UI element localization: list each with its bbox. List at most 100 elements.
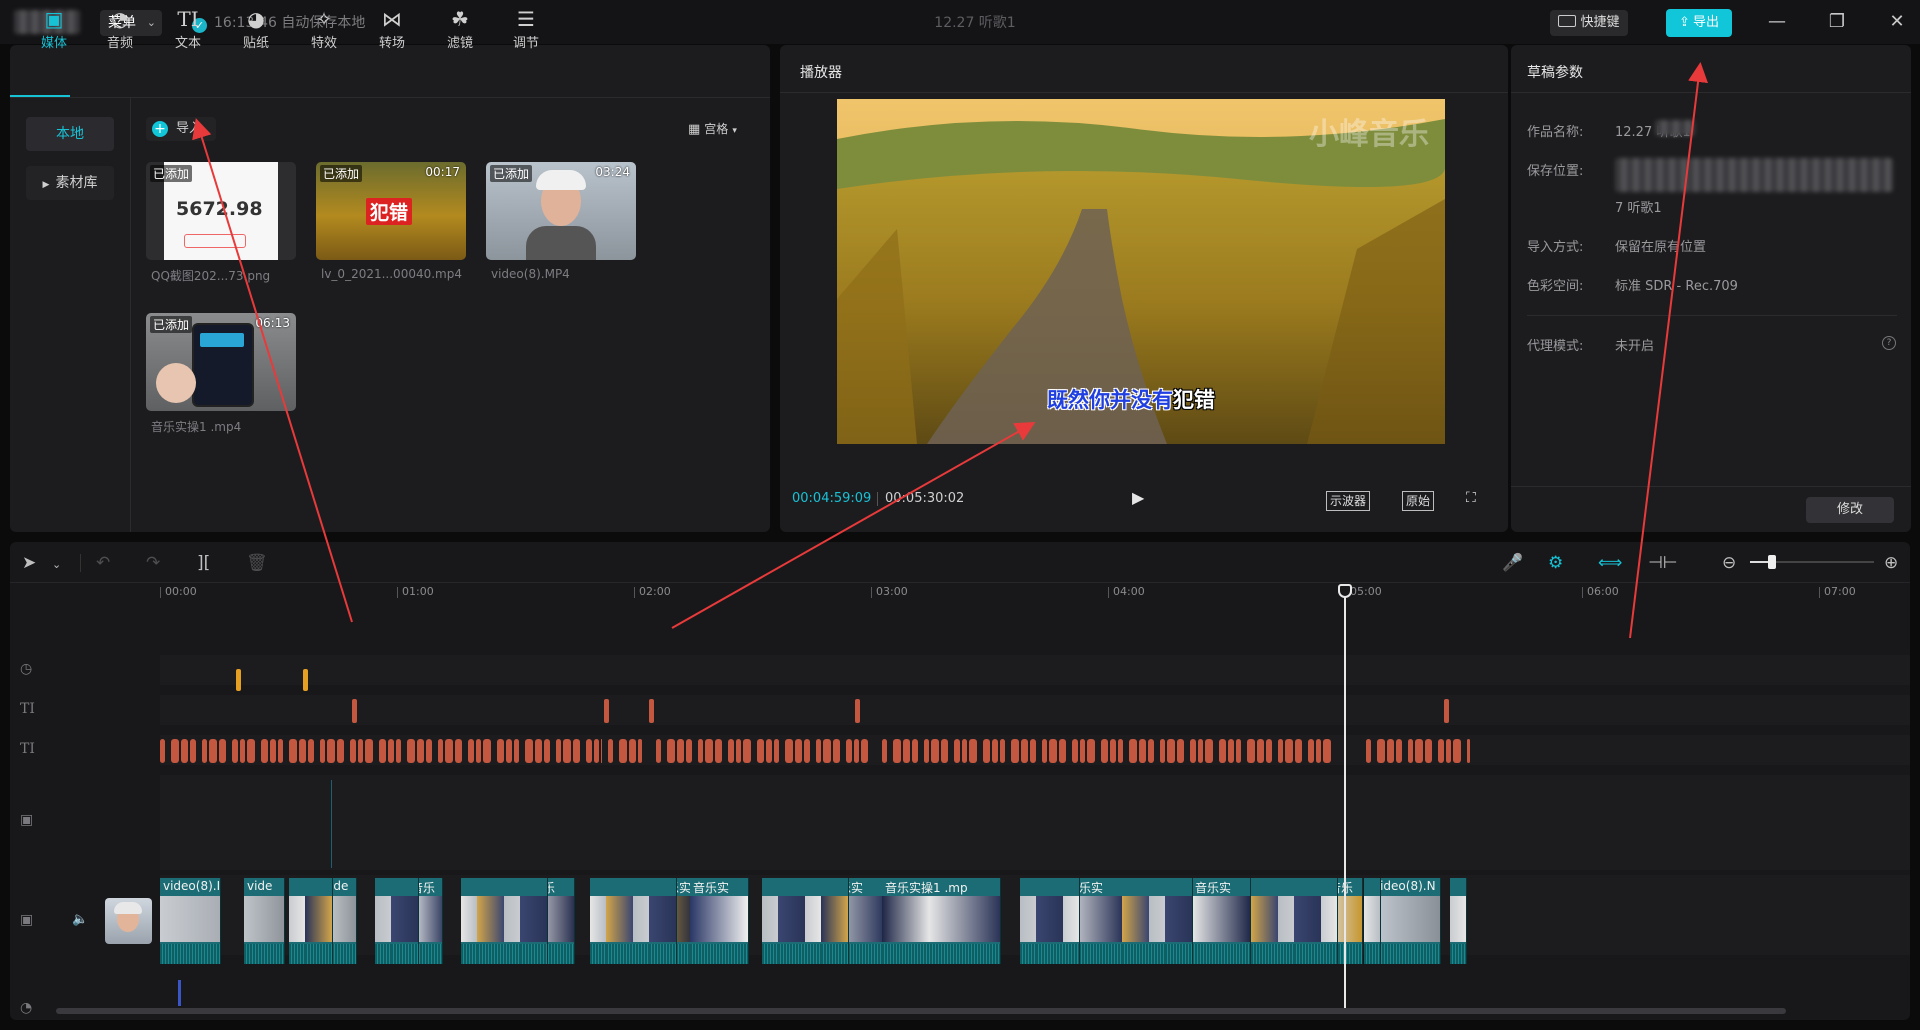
text-clip[interactable] (1042, 739, 1047, 763)
text-clip[interactable] (1190, 739, 1196, 763)
text-clip[interactable] (1377, 739, 1385, 763)
text-clip[interactable] (586, 739, 592, 763)
text-clip[interactable] (396, 739, 401, 763)
video-clip-segment[interactable] (821, 878, 849, 964)
export-button[interactable]: ⇪ 导出 (1666, 9, 1732, 37)
video-clip-segment[interactable] (1149, 878, 1166, 964)
text-clip[interactable] (774, 739, 779, 763)
text-clip[interactable] (667, 739, 675, 763)
view-mode-toggle[interactable]: ▦ 宫格 ▾ (688, 120, 737, 137)
text-clip[interactable] (698, 739, 703, 763)
link-icon[interactable]: ⟺ (1598, 553, 1622, 573)
video-clip-segment[interactable] (805, 878, 822, 964)
text-clip[interactable] (327, 739, 335, 763)
text-clip[interactable] (190, 739, 196, 763)
text-clip[interactable] (1080, 739, 1085, 763)
text-clip[interactable] (1021, 739, 1028, 763)
text-clip[interactable] (766, 739, 772, 763)
text-clip[interactable] (445, 739, 453, 763)
text-clip[interactable] (209, 739, 217, 763)
text-clip[interactable] (1366, 739, 1371, 763)
auto-snap-icon[interactable]: ⚙ (1548, 553, 1563, 573)
text-clip[interactable] (969, 739, 977, 763)
text-clip[interactable] (992, 739, 998, 763)
text-clip[interactable] (358, 739, 363, 763)
text-clip[interactable] (455, 739, 462, 763)
sidebar-item-local[interactable]: 本地 (26, 117, 114, 151)
text-clip[interactable] (1308, 739, 1314, 763)
text-clip[interactable] (379, 739, 386, 763)
text-clip[interactable] (833, 739, 840, 763)
import-button[interactable]: + 导入 (146, 117, 216, 141)
text-clip[interactable] (924, 739, 929, 763)
video-clips[interactable]: video(8).I vide vide 音乐 音乐 音乐实 音乐实 音乐实 音… (160, 878, 1467, 964)
zoom-out-icon[interactable]: ⊖ (1722, 553, 1736, 573)
text-clip[interactable] (181, 739, 188, 763)
text-clip[interactable] (795, 739, 802, 763)
speaker-icon[interactable]: 🔈 (72, 912, 88, 927)
text-clip[interactable] (350, 739, 356, 763)
split-icon[interactable]: ][ (197, 553, 210, 573)
text-clip[interactable] (1059, 739, 1066, 763)
text-clip[interactable] (861, 739, 868, 763)
text-clip[interactable] (289, 739, 297, 763)
text-clip[interactable] (563, 739, 571, 763)
text-clip[interactable] (1446, 739, 1451, 763)
text-clip[interactable] (1387, 739, 1394, 763)
timeline-marker[interactable] (236, 669, 241, 691)
text-clip[interactable] (1177, 739, 1184, 763)
play-icon[interactable]: ▶ (1132, 488, 1144, 507)
video-clip-segment[interactable] (762, 878, 779, 964)
video-clip-segment[interactable] (1165, 878, 1193, 964)
text-clip[interactable] (962, 739, 967, 763)
zoom-slider[interactable] (1750, 555, 1874, 569)
text-clip[interactable] (232, 739, 238, 763)
text-clip[interactable] (705, 739, 713, 763)
text-clip[interactable] (1000, 739, 1005, 763)
text-clip[interactable] (247, 739, 255, 763)
text-clip[interactable] (931, 739, 939, 763)
tool-effects[interactable]: ✧ 特效 (294, 6, 354, 54)
text-clip[interactable] (608, 739, 613, 763)
time-ruler[interactable]: 00:00 01:00 02:00 03:00 04:00 05:00 06:0… (160, 585, 1910, 601)
text-clip[interactable] (514, 739, 519, 763)
text-clip[interactable] (1257, 739, 1264, 763)
help-icon[interactable]: ? (1882, 336, 1896, 350)
text-clip[interactable] (1467, 739, 1470, 763)
text-clip[interactable] (365, 739, 373, 763)
video-clip-segment[interactable] (649, 878, 677, 964)
tool-filter[interactable]: ☘ 滤镜 (430, 6, 490, 54)
video-clip-segment[interactable] (1450, 878, 1467, 964)
text-clip[interactable] (816, 739, 821, 763)
timeline-scrollbar[interactable] (56, 1008, 1786, 1014)
text-clip[interactable] (1438, 739, 1444, 763)
chevron-down-icon[interactable]: ⌄ (52, 558, 61, 571)
text-clip[interactable] (1453, 739, 1461, 763)
text-clip[interactable] (656, 739, 661, 763)
text-clip[interactable] (736, 739, 741, 763)
scope-button[interactable]: 示波器 (1326, 491, 1371, 511)
shortcut-button[interactable]: 快捷键 (1550, 10, 1628, 36)
text-clip[interactable] (308, 739, 314, 763)
text-clip[interactable] (619, 739, 627, 763)
text-clip[interactable] (483, 739, 491, 763)
text-clip[interactable] (1219, 739, 1226, 763)
video-clip[interactable]: 音乐实 (1192, 878, 1251, 964)
text-clip[interactable] (1285, 739, 1293, 763)
text-clip[interactable] (855, 699, 860, 723)
microphone-icon[interactable]: 🎤 (1502, 553, 1523, 573)
text-clip[interactable] (1247, 739, 1255, 763)
text-clip[interactable] (476, 739, 481, 763)
media-item[interactable]: 已添加 03:24 (486, 162, 636, 260)
text-clip[interactable] (941, 739, 948, 763)
video-clip-segment[interactable] (1364, 878, 1381, 964)
text-clip[interactable] (601, 739, 602, 763)
text-clip[interactable] (261, 739, 268, 763)
tool-audio[interactable]: ◔ 音频 (90, 6, 150, 54)
text-clip[interactable] (202, 739, 207, 763)
text-clip[interactable] (1049, 739, 1057, 763)
text-clip[interactable] (219, 739, 226, 763)
media-item[interactable]: 5672.98 已添加 (146, 162, 296, 260)
text-clip[interactable] (426, 739, 432, 763)
video-clip-segment[interactable] (504, 878, 521, 964)
